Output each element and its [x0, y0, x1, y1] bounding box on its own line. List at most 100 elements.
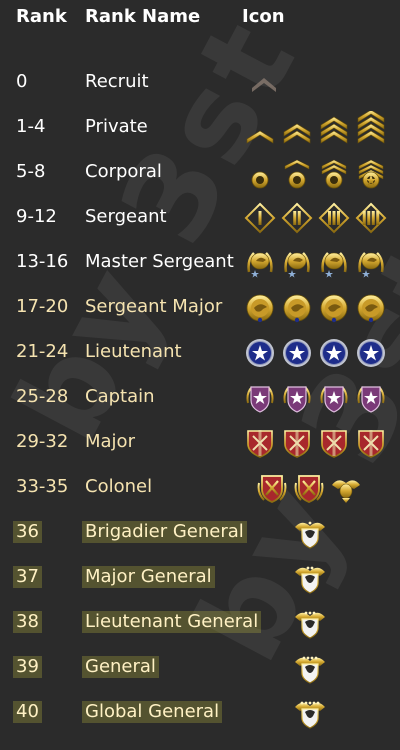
crimson-sword-shield-icon	[244, 426, 276, 460]
gold-chevrons-icon	[318, 111, 350, 145]
rank-name: Major	[85, 431, 135, 452]
header-rank-name: Rank Name	[85, 6, 201, 27]
rank-icons	[244, 201, 394, 237]
rank-row: 37 Major General	[0, 555, 400, 600]
crimson-sword-shield-icon	[318, 426, 350, 460]
rank-name: Brigadier General	[82, 521, 247, 543]
rank-icons	[244, 336, 394, 372]
rank-name: Recruit	[85, 71, 149, 92]
rank-number: 39	[13, 656, 42, 678]
blue-star-medallion-icon	[244, 336, 276, 370]
rank-row: 36 Brigadier General	[0, 510, 400, 555]
crimson-sword-shield-icon	[355, 426, 387, 460]
rank-icons	[244, 246, 394, 282]
rank-icons	[244, 561, 394, 597]
purple-star-shield-icon	[355, 381, 387, 415]
eagle-star-wreath-icon	[318, 246, 350, 280]
rank-number: 17-20	[16, 296, 69, 317]
header-icon: Icon	[242, 6, 285, 27]
rank-row: 0 Recruit	[0, 60, 400, 105]
gold-chevrons-icon	[244, 111, 276, 145]
eagle-star-wreath-icon	[355, 246, 387, 280]
rank-name: Lieutenant	[85, 341, 182, 362]
gold-chevron-circles-icon	[318, 156, 350, 190]
rank-name: Corporal	[85, 161, 162, 182]
rank-name: General	[82, 656, 159, 678]
winged-eagle-2-icon	[294, 561, 326, 595]
purple-star-shield-icon	[244, 381, 276, 415]
blue-star-medallion-icon	[355, 336, 387, 370]
rank-name: Master Sergeant	[85, 251, 234, 272]
winged-eagle-1-icon	[294, 516, 326, 550]
eagle-medallion-icon	[244, 291, 276, 325]
recruit-chevron-icon	[248, 66, 280, 100]
roman-diamonds-icon	[355, 201, 387, 235]
rank-table: 0 Recruit 1-4 Private 5-8 Corporal 9-12 Sergean…	[0, 60, 400, 735]
roman-diamonds-icon	[244, 201, 276, 235]
rank-icons	[244, 696, 394, 732]
rank-icons	[244, 111, 394, 147]
rank-name: Captain	[85, 386, 155, 407]
eagle-star-wreath-icon	[244, 246, 276, 280]
rank-name: Global General	[82, 701, 223, 723]
gold-chevron-circles-icon	[244, 156, 276, 190]
rank-row: 21-24 Lieutenant	[0, 330, 400, 375]
rank-number: 1-4	[16, 116, 46, 137]
rank-name: Lieutenant General	[82, 611, 262, 633]
rank-name: Major General	[82, 566, 215, 588]
roman-diamonds-icon	[281, 201, 313, 235]
gold-chevrons-icon	[355, 111, 387, 145]
rank-row: 40 Global General	[0, 690, 400, 735]
rank-number: 37	[13, 566, 42, 588]
rank-icons	[244, 156, 394, 192]
rank-row: 1-4 Private	[0, 105, 400, 150]
rank-row: 13-16 Master Sergeant	[0, 240, 400, 285]
rank-row: 25-28 Captain	[0, 375, 400, 420]
winged-eagle-5-icon	[294, 696, 326, 730]
rank-row: 33-35 Colonel	[0, 465, 400, 510]
rank-name: Colonel	[85, 476, 153, 497]
rank-number: 25-28	[16, 386, 69, 407]
rank-row: 17-20 Sergeant Major	[0, 285, 400, 330]
rank-icons	[244, 516, 394, 552]
rank-icons	[244, 471, 394, 507]
rank-row: 29-32 Major	[0, 420, 400, 465]
rank-name: Sergeant Major	[85, 296, 223, 317]
eagle-medallion-icon	[281, 291, 313, 325]
rank-number: 33-35	[16, 476, 69, 497]
rank-icons	[244, 66, 394, 102]
rank-number: 36	[13, 521, 42, 543]
winged-eagle-3-icon	[294, 606, 326, 640]
rank-icons	[244, 606, 394, 642]
rank-row: 38 Lieutenant General	[0, 600, 400, 645]
rank-icons	[244, 426, 394, 462]
rank-number: 13-16	[16, 251, 69, 272]
crimson-sword-shield-icon	[281, 426, 313, 460]
rank-row: 39 General	[0, 645, 400, 690]
rank-name: Private	[85, 116, 148, 137]
rank-number: 0	[16, 71, 28, 92]
purple-star-shield-icon	[281, 381, 313, 415]
eagle-medallion-icon	[355, 291, 387, 325]
rank-number: 21-24	[16, 341, 69, 362]
eagle-star-wreath-icon	[281, 246, 313, 280]
gold-chevron-circles-icon	[281, 156, 313, 190]
rank-number: 40	[13, 701, 42, 723]
rank-icons	[244, 651, 394, 687]
rank-number: 38	[13, 611, 42, 633]
blue-star-medallion-icon	[318, 336, 350, 370]
rank-icons	[244, 291, 394, 327]
gold-chevron-circles-icon	[355, 156, 387, 190]
red-shield-eagle-icon	[293, 471, 325, 505]
gold-chevrons-icon	[281, 111, 313, 145]
table-header: Rank Rank Name Icon	[0, 0, 400, 36]
rank-row: 5-8 Corporal	[0, 150, 400, 195]
eagle-medallion-icon	[318, 291, 350, 325]
rank-row: 9-12 Sergeant	[0, 195, 400, 240]
rank-number: 29-32	[16, 431, 69, 452]
red-shield-eagle-icon	[256, 471, 288, 505]
header-rank: Rank	[16, 6, 67, 27]
rank-number: 5-8	[16, 161, 46, 182]
winged-eagle-4-icon	[294, 651, 326, 685]
rank-icons	[244, 381, 394, 417]
